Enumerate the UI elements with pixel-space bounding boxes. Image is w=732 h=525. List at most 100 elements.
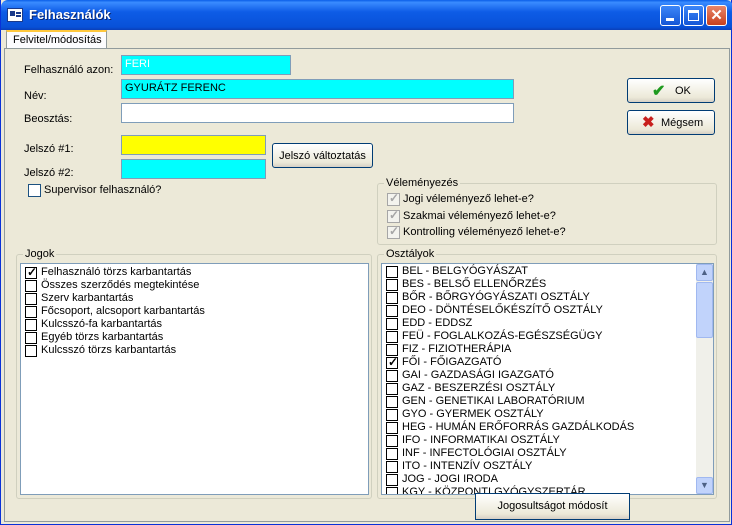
jog-label: Szerv karbantartás (41, 292, 134, 304)
osztaly-checkbox[interactable] (386, 305, 398, 317)
cancel-label: Mégsem (661, 117, 704, 129)
ok-button[interactable]: ✔ OK (627, 78, 715, 103)
velemenyezes-group: Véleményezés ✓ Jogi véleményező lehet-e?… (377, 177, 717, 245)
osztaly-label: GAZ - BESZERZÉSI OSZTÁLY (402, 382, 556, 394)
jog-checkbox[interactable] (25, 345, 37, 357)
jog-checkbox[interactable] (25, 293, 37, 305)
maximize-icon (688, 10, 699, 21)
jog-label: Kulcsszó törzs karbantartás (41, 344, 177, 356)
tab-felvitel-modositas[interactable]: Felvitel/módosítás (6, 30, 107, 49)
password2-field[interactable] (121, 159, 266, 179)
jogok-title: Jogok (23, 248, 57, 260)
tab-panel: Felhasználó azon: FERI Név: GYURÁTZ FERE… (4, 48, 730, 522)
jog-label: Kulcsszó-fa karbantartás (41, 318, 163, 330)
szakmai-checkbox[interactable]: ✓ (387, 208, 400, 223)
password2-label: Jelszó #2: (24, 167, 74, 179)
jog-checkbox[interactable] (25, 332, 37, 344)
check-icon: ✔ (652, 83, 666, 100)
osztaly-checkbox[interactable] (386, 461, 398, 473)
check-mark-icon: ✓ (389, 208, 400, 222)
osztaly-checkbox[interactable] (386, 474, 398, 486)
osztaly-checkbox[interactable] (386, 370, 398, 382)
cancel-button[interactable]: ✖ Mégsem (627, 110, 715, 135)
osztaly-checkbox[interactable] (386, 487, 398, 494)
name-label: Név: (24, 90, 47, 102)
jog-label: Felhasználó törzs karbantartás (41, 266, 192, 278)
window-title: Felhasználók (29, 7, 111, 22)
jog-label: Összes szerződés megtekintése (41, 279, 200, 291)
osztaly-label: JOG - JOGI IRODA (402, 473, 498, 485)
osztaly-checkbox[interactable] (386, 409, 398, 421)
jog-checkbox[interactable] (25, 306, 37, 318)
osztaly-label: GAI - GAZDASÁGI IGAZGATÓ (402, 369, 554, 381)
osztaly-label: FŐI - FŐIGAZGATÓ (402, 356, 502, 368)
jog-checkbox[interactable] (25, 280, 37, 292)
users-window: Felhasználók ✕ Felvitel/módosítás Felhas… (0, 0, 732, 525)
osztaly-label: ITO - INTENZÍV OSZTÁLY (402, 460, 533, 472)
jog-checkbox[interactable]: ✓ (25, 265, 38, 279)
osztaly-label: HEG - HUMÁN ERŐFORRÁS GAZDÁLKODÁS (402, 421, 635, 433)
jog-checkbox[interactable] (25, 319, 37, 331)
osztaly-label: GEN - GENETIKAI LABORATÓRIUM (402, 395, 585, 407)
title-bar[interactable]: Felhasználók ✕ (1, 0, 732, 30)
scroll-up-icon[interactable]: ▲ (696, 264, 713, 281)
scroll-thumb[interactable] (696, 282, 713, 338)
check-mark-icon: ✓ (389, 191, 400, 205)
user-id-label: Felhasználó azon: (24, 64, 114, 76)
check-mark-icon: ✓ (389, 224, 400, 238)
modify-permissions-button[interactable]: Jogosultságot módosít (475, 493, 630, 520)
osztaly-checkbox[interactable] (386, 383, 398, 395)
close-icon: ✕ (710, 7, 723, 24)
jogi-label: Jogi véleményező lehet-e? (403, 193, 534, 205)
jog-label: Főcsoport, alcsoport karbantartás (41, 305, 205, 317)
velemenyezes-title: Véleményezés (384, 177, 461, 189)
jog-label: Egyéb törzs karbantartás (41, 331, 164, 343)
close-button[interactable]: ✕ (706, 5, 727, 26)
jogok-list[interactable]: ✓ Felhasználó törzs karbantartás Összes … (20, 263, 369, 495)
minimize-button[interactable] (660, 5, 681, 26)
osztaly-label: DEO - DÖNTÉSELŐKÉSZÍTŐ OSZTÁLY (402, 304, 603, 316)
osztaly-checkbox[interactable] (386, 435, 398, 447)
supervisor-label: Supervisor felhasználó? (44, 184, 162, 196)
osztaly-label: FIZ - FIZIOTHERÁPIA (402, 343, 512, 355)
osztaly-checkbox[interactable]: ✓ (386, 355, 399, 369)
position-field[interactable] (121, 103, 514, 123)
osztaly-checkbox[interactable] (386, 396, 398, 408)
jogok-group: Jogok ✓ Felhasználó törzs karbantartás Ö… (16, 248, 372, 499)
ok-label: OK (675, 85, 691, 97)
osztaly-checkbox[interactable] (386, 292, 398, 304)
osztalyok-scrollbar[interactable]: ▲ ▼ (696, 264, 713, 494)
check-mark-icon: ✓ (388, 355, 399, 369)
password1-label: Jelszó #1: (24, 143, 74, 155)
osztaly-checkbox[interactable] (386, 318, 398, 330)
kontrolling-checkbox[interactable]: ✓ (387, 224, 400, 239)
osztaly-label: INF - INFECTOLÓGIAI OSZTÁLY (402, 447, 567, 459)
osztaly-label: EDD - EDDSZ (402, 317, 473, 329)
minimize-icon (666, 18, 674, 21)
osztaly-label: GYO - GYERMEK OSZTÁLY (402, 408, 544, 420)
jogi-checkbox[interactable]: ✓ (387, 191, 400, 206)
osztalyok-group: Osztályok BEL - BELGYÓGYÁSZAT BES - BELS… (377, 248, 717, 499)
password1-field[interactable] (121, 135, 266, 155)
window-app-icon (7, 8, 23, 22)
osztaly-checkbox[interactable] (386, 266, 398, 278)
osztaly-checkbox[interactable] (386, 422, 398, 434)
szakmai-label: Szakmai véleményező lehet-e? (403, 210, 556, 222)
osztaly-label: IFO - INFORMATIKAI OSZTÁLY (402, 434, 560, 446)
osztaly-checkbox[interactable] (386, 279, 398, 291)
osztaly-checkbox[interactable] (386, 331, 398, 343)
scroll-down-icon[interactable]: ▼ (696, 477, 713, 494)
osztalyok-list[interactable]: BEL - BELGYÓGYÁSZAT BES - BELSŐ ELLENŐRZ… (381, 263, 714, 495)
name-field[interactable]: GYURÁTZ FERENC (121, 79, 514, 99)
osztalyok-title: Osztályok (384, 248, 437, 260)
change-password-button[interactable]: Jelszó változtatás (272, 143, 373, 168)
supervisor-checkbox[interactable] (28, 184, 41, 197)
user-id-field[interactable]: FERI (121, 55, 291, 75)
maximize-button[interactable] (683, 5, 704, 26)
x-icon: ✖ (642, 114, 655, 131)
osztaly-label: BŐR - BŐRGYÓGYÁSZATI OSZTÁLY (402, 291, 590, 303)
osztaly-checkbox[interactable] (386, 448, 398, 460)
osztaly-label: BEL - BELGYÓGYÁSZAT (402, 265, 528, 277)
check-mark-icon: ✓ (27, 265, 38, 279)
osztaly-label: FEÜ - FOGLALKOZÁS-EGÉSZSÉGÜGY (402, 330, 603, 342)
